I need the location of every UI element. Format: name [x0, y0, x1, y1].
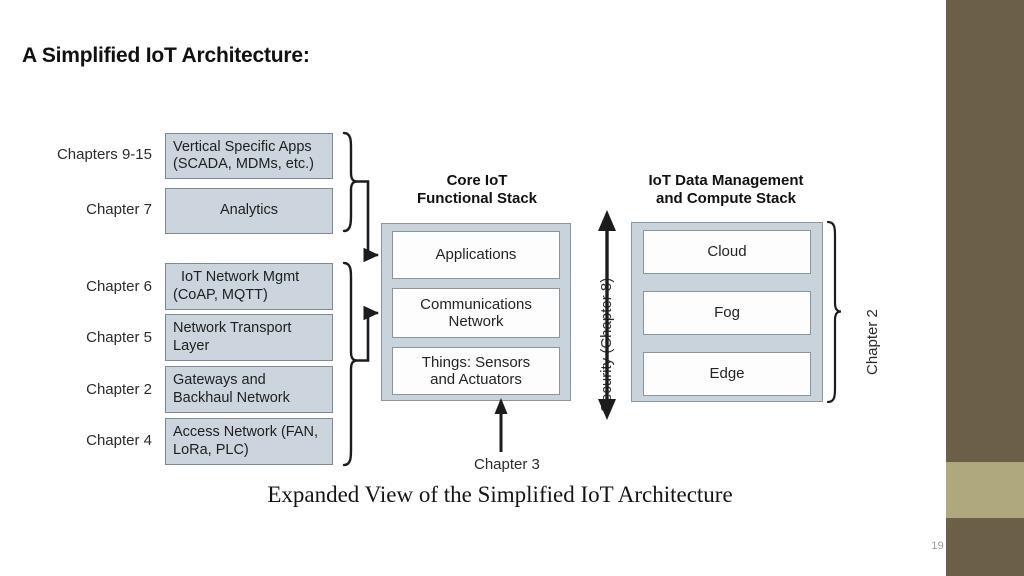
right-stack-heading-line: and Compute Stack [655, 189, 797, 207]
center-layer-line: Communications [420, 295, 532, 313]
center-layer-line: Network [448, 313, 504, 330]
left-box-line: (CoAP, MQTT) [173, 286, 268, 303]
chapter-label-analytics: Chapter 7 [86, 201, 152, 218]
decorative-sidebar-accent-band [946, 462, 1024, 518]
center-stack-heading-line: Functional Stack [416, 189, 538, 207]
chapter-3-arrow [494, 398, 508, 452]
right-layer-line: Cloud [707, 243, 747, 261]
left-box-line: Analytics [219, 202, 279, 219]
center-stack-heading-line: Core IoT [446, 172, 508, 189]
left-box-line: LoRa, PLC) [173, 441, 249, 458]
upper-group-brace [342, 131, 358, 233]
left-box-analytics[interactable]: Analytics [165, 188, 333, 234]
security-axis-label: Security (Chapter 8) [598, 277, 615, 412]
left-box-vertical-specific-apps[interactable]: Vertical Specific Apps (SCADA, MDMs, etc… [165, 133, 333, 179]
chapter-label-access-network: Chapter 4 [86, 432, 152, 449]
upper-group-to-applications-connector [357, 180, 380, 263]
left-box-line: (SCADA, MDMs, etc.) [173, 156, 314, 172]
center-layer-line: Things: Sensors [421, 353, 531, 371]
left-box-iot-network-mgmt[interactable]: IoT Network Mgmt (CoAP, MQTT) [165, 263, 333, 310]
right-layer-line: Fog [714, 304, 740, 322]
lower-group-brace [342, 261, 358, 467]
iot-architecture-diagram: Chapters 9-15 Chapter 7 Chapter 6 Chapte… [0, 0, 946, 576]
right-layer-edge[interactable]: Edge [643, 352, 811, 396]
left-box-line: Layer [173, 337, 210, 354]
right-stack-heading: IoT Data Management and Compute Stack [624, 172, 828, 207]
right-layer-cloud[interactable]: Cloud [643, 230, 811, 274]
right-layer-line: Edge [709, 365, 745, 383]
chapter-2-brace [826, 220, 842, 404]
center-layer-things-sensors-actuators[interactable]: Things: Sensors and Actuators [392, 347, 560, 395]
left-box-line: Access Network (FAN, [173, 424, 319, 441]
center-layer-line: and Actuators [430, 371, 522, 388]
lower-group-to-communications-connector [357, 305, 380, 362]
left-box-line: Gateways and [173, 372, 266, 389]
center-stack-heading: Core IoT Functional Stack [383, 172, 571, 207]
left-box-line: Backhaul Network [173, 389, 290, 406]
figure-caption: Expanded View of the Simplified IoT Arch… [267, 482, 733, 507]
center-layer-communications-network[interactable]: Communications Network [392, 288, 560, 338]
left-box-network-transport-layer[interactable]: Network Transport Layer [165, 314, 333, 361]
chapter-label-gateways: Chapter 2 [86, 381, 152, 398]
chapter-label-vertical-apps: Chapters 9-15 [56, 146, 152, 163]
center-layer-line: Applications [435, 246, 517, 264]
center-layer-applications[interactable]: Applications [392, 231, 560, 279]
left-box-line: IoT Network Mgmt [181, 269, 300, 286]
left-box-line: Network Transport [173, 320, 292, 337]
chapter-2-bracket-label: Chapter 2 [864, 309, 881, 375]
right-stack-heading-line: IoT Data Management [648, 172, 804, 189]
left-box-gateways-backhaul[interactable]: Gateways and Backhaul Network [165, 366, 333, 413]
left-box-line: Vertical Specific Apps [173, 138, 312, 155]
slide-canvas: A Simplified IoT Architecture: 19 Chapte… [0, 0, 1024, 576]
chapter-3-arrow-label: Chapter 3 [474, 456, 540, 473]
right-layer-fog[interactable]: Fog [643, 291, 811, 335]
chapter-label-network-transport: Chapter 5 [86, 329, 152, 346]
chapter-label-network-mgmt: Chapter 6 [86, 278, 152, 295]
left-box-access-network[interactable]: Access Network (FAN, LoRa, PLC) [165, 418, 333, 465]
